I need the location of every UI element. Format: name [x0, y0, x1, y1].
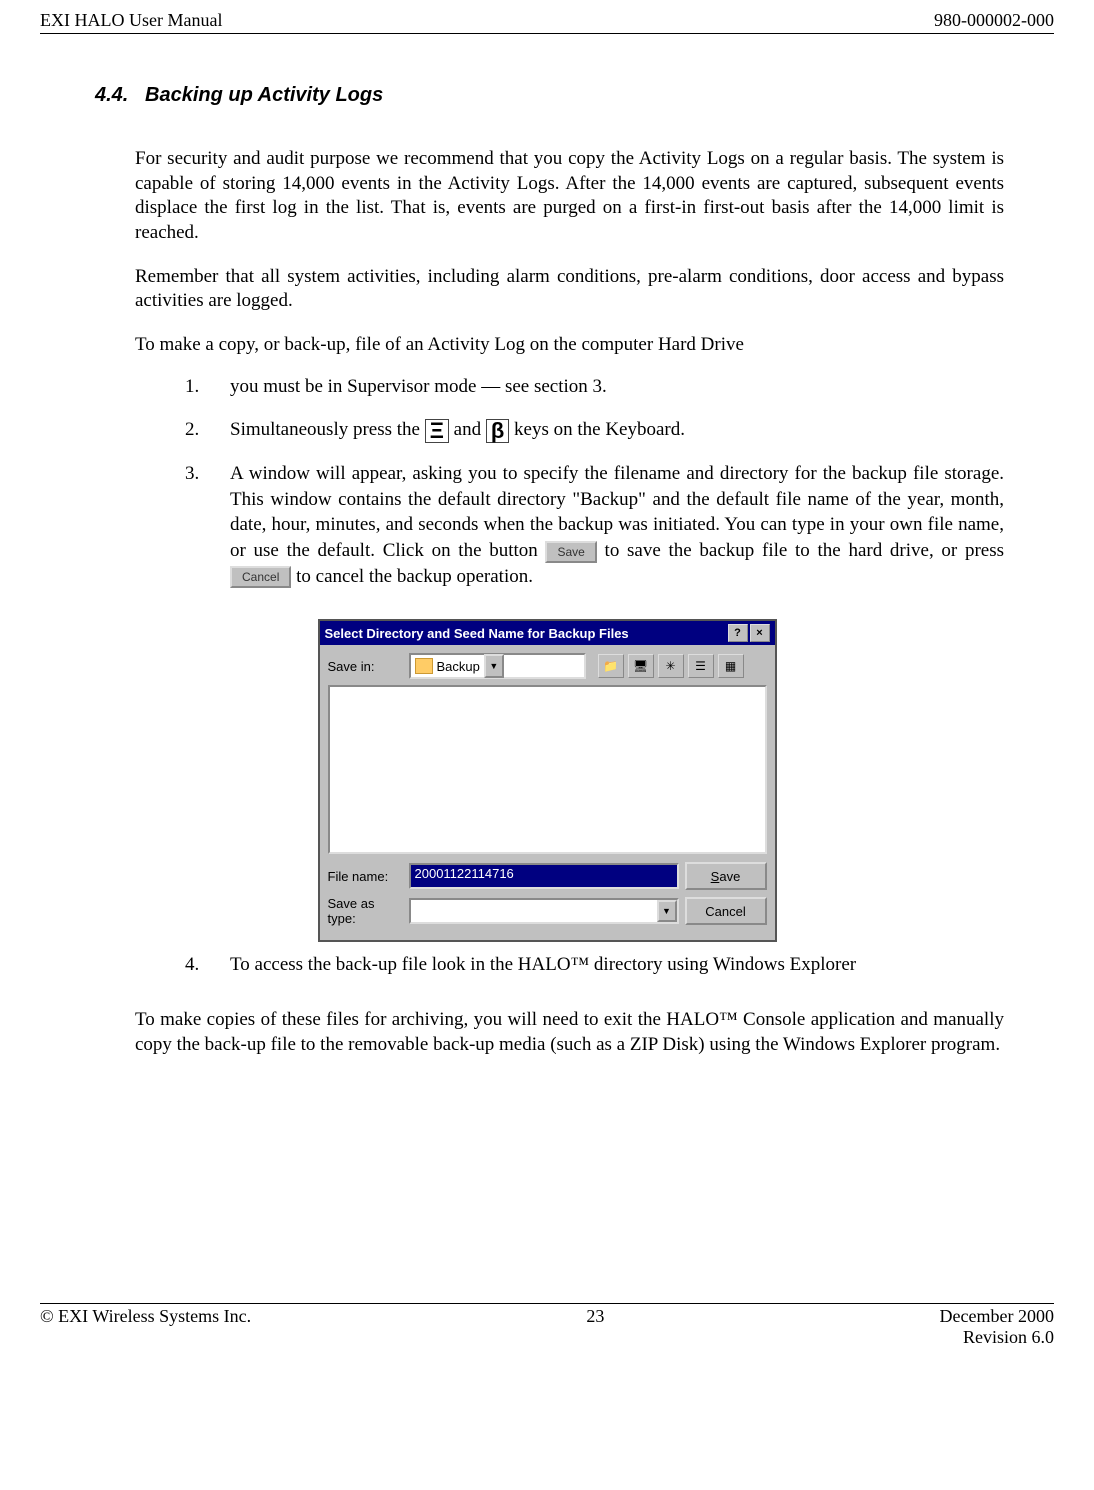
- step-4: 4. To access the back-up file look in th…: [185, 952, 1004, 978]
- key-xi-icon: Ξ: [425, 419, 449, 443]
- page-header: EXI HALO User Manual 980-000002-000: [40, 10, 1054, 34]
- details-view-icon[interactable]: ▦: [718, 654, 744, 678]
- step-3-number: 3.: [185, 461, 230, 589]
- header-left: EXI HALO User Manual: [40, 10, 222, 31]
- save-in-label: Save in:: [328, 659, 403, 674]
- save-in-value: Backup: [437, 659, 480, 674]
- up-folder-icon[interactable]: 📁: [598, 654, 624, 678]
- paragraph-4: To make copies of these files for archiv…: [135, 1008, 1004, 1057]
- step-3: 3. A window will appear, asking you to s…: [185, 461, 1004, 589]
- header-right: 980-000002-000: [934, 10, 1054, 31]
- folder-icon: [415, 658, 433, 674]
- step-3-text: A window will appear, asking you to spec…: [230, 461, 1004, 589]
- step-1: 1. you must be in Supervisor mode — see …: [185, 374, 1004, 400]
- save-in-dropdown[interactable]: Backup ▼: [409, 653, 586, 679]
- saveastype-dropdown[interactable]: ▼: [409, 898, 679, 924]
- section-number: 4.4.: [95, 84, 128, 106]
- paragraph-2: Remember that all system activities, inc…: [135, 265, 1004, 314]
- new-folder-icon[interactable]: ✳: [658, 654, 684, 678]
- step-4-number: 4.: [185, 952, 230, 978]
- step-2: 2. Simultaneously press the Ξ and β keys…: [185, 417, 1004, 443]
- save-button[interactable]: Save: [685, 862, 767, 890]
- cancel-button[interactable]: Cancel: [685, 897, 767, 925]
- paragraph-1: For security and audit purpose we recomm…: [135, 147, 1004, 246]
- list-view-icon[interactable]: ☰: [688, 654, 714, 678]
- step-1-number: 1.: [185, 374, 230, 400]
- section-title-text: Backing up Activity Logs: [145, 84, 383, 106]
- dialog-title-text: Select Directory and Seed Name for Backu…: [325, 626, 629, 641]
- dialog-titlebar: Select Directory and Seed Name for Backu…: [320, 621, 775, 645]
- step-2-number: 2.: [185, 417, 230, 443]
- footer-left: © EXI Wireless Systems Inc.: [40, 1306, 251, 1348]
- key-beta-icon: β: [486, 419, 509, 443]
- filename-label: File name:: [328, 869, 403, 884]
- chevron-down-icon[interactable]: ▼: [484, 654, 504, 678]
- page-footer: © EXI Wireless Systems Inc. 23 December …: [0, 1304, 1094, 1348]
- help-button[interactable]: ?: [728, 624, 748, 642]
- inline-save-button: Save: [545, 541, 596, 563]
- filename-input[interactable]: 20001122114716: [409, 863, 679, 889]
- step-1-text: you must be in Supervisor mode — see sec…: [230, 374, 1004, 400]
- section-heading: 4.4. Backing up Activity Logs: [95, 84, 1054, 107]
- save-dialog: Select Directory and Seed Name for Backu…: [318, 619, 777, 942]
- desktop-icon[interactable]: 🖥: [628, 654, 654, 678]
- footer-page-number: 23: [586, 1306, 604, 1348]
- footer-date: December 2000: [940, 1306, 1054, 1326]
- paragraph-3: To make a copy, or back-up, file of an A…: [135, 333, 1004, 358]
- step-2-text: Simultaneously press the Ξ and β keys on…: [230, 417, 1004, 443]
- inline-cancel-button: Cancel: [230, 566, 291, 588]
- step-4-text: To access the back-up file look in the H…: [230, 952, 1004, 978]
- saveastype-label: Save as type:: [328, 896, 403, 926]
- footer-revision: Revision 6.0: [963, 1327, 1054, 1347]
- file-list[interactable]: [328, 685, 767, 854]
- close-button[interactable]: ×: [750, 624, 770, 642]
- chevron-down-icon[interactable]: ▼: [657, 900, 677, 922]
